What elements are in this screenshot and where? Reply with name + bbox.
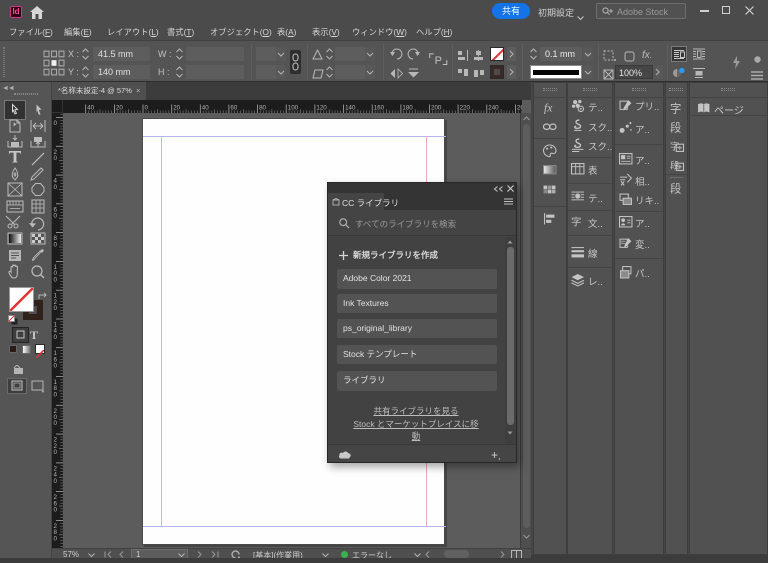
svg-text:0: 0 xyxy=(54,120,58,127)
svg-text:0: 0 xyxy=(54,449,58,456)
svg-text:100: 100 xyxy=(288,105,299,112)
svg-text:180: 180 xyxy=(402,105,413,112)
svg-text:0: 0 xyxy=(54,155,58,162)
svg-text:字: 字 xyxy=(670,101,681,115)
svg-text:0: 0 xyxy=(54,478,58,485)
svg-text:0: 0 xyxy=(145,105,149,112)
svg-text:140: 140 xyxy=(345,105,356,112)
svg-text:0: 0 xyxy=(54,334,58,341)
svg-text:0: 0 xyxy=(54,391,58,398)
svg-text:fx: fx xyxy=(544,102,552,114)
svg-text:0: 0 xyxy=(54,420,58,427)
svg-text:0: 0 xyxy=(54,184,58,191)
svg-text:段: 段 xyxy=(670,181,681,195)
svg-text:段: 段 xyxy=(670,159,679,170)
svg-text:0: 0 xyxy=(54,241,58,248)
svg-text:字: 字 xyxy=(670,140,679,151)
svg-text:0: 0 xyxy=(54,305,58,312)
svg-text:0: 0 xyxy=(54,276,58,283)
svg-text:0: 0 xyxy=(54,363,58,370)
svg-text:字: 字 xyxy=(571,215,581,228)
svg-text:0: 0 xyxy=(54,507,58,514)
svg-text:0: 0 xyxy=(54,213,58,220)
svg-text:0: 0 xyxy=(54,535,58,542)
svg-text:段: 段 xyxy=(670,120,681,134)
